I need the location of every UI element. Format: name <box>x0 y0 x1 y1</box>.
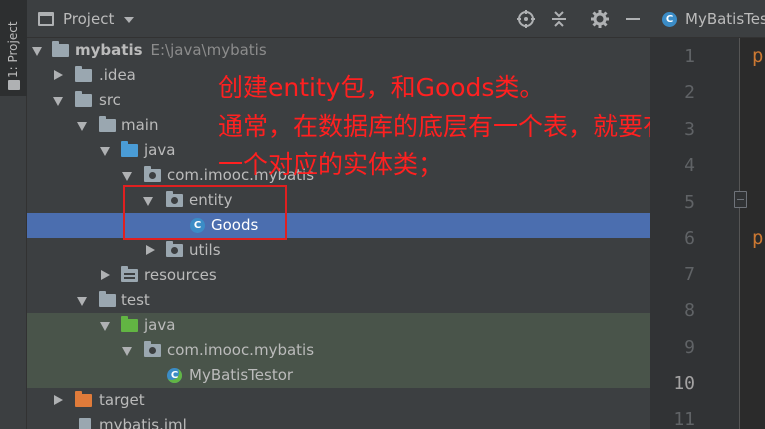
project-tab-label: 1: Project <box>6 21 20 78</box>
project-view-icon <box>38 12 54 26</box>
tree-row-mybatis[interactable]: mybatis E:\java\mybatis <box>27 38 650 63</box>
module-folder-icon <box>52 41 69 57</box>
line-number: 11 <box>673 409 695 429</box>
gutter-separator <box>739 38 740 429</box>
minimize-icon[interactable] <box>623 9 643 29</box>
chevron-down-icon[interactable] <box>77 297 87 306</box>
tree-row-test[interactable]: test <box>27 288 650 313</box>
excluded-folder-icon <box>75 391 92 407</box>
file-icon <box>79 418 91 429</box>
tool-window-strip: 1: Project <box>0 0 27 429</box>
line-number: 1 <box>684 46 695 67</box>
chevron-right-icon[interactable] <box>54 395 63 405</box>
target-icon[interactable] <box>516 9 536 29</box>
code-fragment: p <box>752 45 764 67</box>
tree-label: resources <box>144 266 217 284</box>
editor-tab-label: MyBatisTes <box>685 10 765 28</box>
chevron-down-icon[interactable] <box>122 347 132 356</box>
chevron-down-icon[interactable] <box>32 47 42 56</box>
chevron-down-icon[interactable] <box>77 122 87 131</box>
tree-row-target[interactable]: target <box>27 388 650 413</box>
package-icon <box>144 166 161 182</box>
chevron-down-icon[interactable] <box>122 172 132 181</box>
class-icon: C <box>662 12 677 27</box>
tree-row-test-java[interactable]: java <box>27 313 650 338</box>
editor-gutter: 1 2 3 4 5 6 7 8 9 10 11 <box>650 38 740 429</box>
line-number: 7 <box>684 264 695 285</box>
code-fragment: p <box>752 227 764 249</box>
tree-label: main <box>121 116 159 134</box>
project-panel: Project mybatis E:\java\mybatis .idea src… <box>27 0 650 429</box>
panel-title[interactable]: Project <box>63 10 114 28</box>
editor-tab[interactable]: C MyBatisTes <box>650 0 765 38</box>
tree-row-test-package[interactable]: com.imooc.mybatis <box>27 338 650 363</box>
project-tool-window-tab[interactable]: 1: Project <box>0 0 27 96</box>
line-number: 3 <box>684 119 695 140</box>
folder-icon <box>75 66 92 82</box>
chevron-right-icon[interactable] <box>54 70 63 80</box>
tree-label: test <box>121 291 150 309</box>
line-number: 9 <box>684 337 695 358</box>
tree-row-iml[interactable]: mybatis.iml <box>27 413 650 429</box>
chevron-down-icon[interactable] <box>100 147 110 156</box>
tree-row-utils[interactable]: utils <box>27 238 650 263</box>
annotation-line-2: 通常，在数据库的底层有一个表，就要有 <box>218 112 669 141</box>
folder-icon <box>8 80 20 90</box>
line-number: 2 <box>684 82 695 103</box>
tree-label: java <box>144 141 176 159</box>
tree-label: .idea <box>99 66 136 84</box>
tree-label: src <box>99 91 121 109</box>
tree-label: com.imooc.mybatis <box>167 341 315 359</box>
tree-label: mybatis.iml <box>99 416 187 429</box>
folder-icon <box>99 291 116 307</box>
panel-header: Project <box>27 0 650 38</box>
tree-label: MyBatisTestor <box>189 366 294 384</box>
tree-row-resources[interactable]: resources <box>27 263 650 288</box>
gear-icon[interactable] <box>590 9 610 29</box>
line-number: 6 <box>684 228 695 249</box>
annotation-line-3: 一个对应的实体类； <box>218 150 444 179</box>
fold-icon[interactable] <box>734 191 747 208</box>
line-number: 5 <box>684 192 695 213</box>
chevron-down-icon[interactable] <box>100 322 110 331</box>
highlight-box <box>123 185 287 240</box>
test-class-icon: C <box>167 368 182 383</box>
chevron-right-icon[interactable] <box>101 270 110 280</box>
chevron-down-icon[interactable] <box>124 17 134 23</box>
tree-label: utils <box>189 241 221 259</box>
tree-row-mybatistestor[interactable]: C MyBatisTestor <box>27 363 650 388</box>
current-line-number: 10 <box>673 373 695 394</box>
collapse-icon[interactable] <box>549 9 569 29</box>
module-path: E:\java\mybatis <box>150 41 267 59</box>
line-number: 8 <box>684 300 695 321</box>
tree-label: mybatis E:\java\mybatis <box>75 41 267 59</box>
chevron-down-icon[interactable] <box>53 97 63 106</box>
line-number: 4 <box>684 155 695 176</box>
editor-area: C MyBatisTes 1 2 3 4 5 6 7 8 9 10 11 p p <box>650 0 765 429</box>
annotation-line-1: 创建entity包，和Goods类。 <box>218 73 545 102</box>
package-icon <box>144 341 161 357</box>
test-source-folder-icon <box>121 316 138 332</box>
folder-icon <box>75 91 92 107</box>
chevron-right-icon[interactable] <box>146 245 155 255</box>
source-folder-icon <box>121 141 138 157</box>
tree-row-entity[interactable]: entity <box>27 188 650 213</box>
tree-label: target <box>99 391 145 409</box>
resources-folder-icon <box>121 266 138 282</box>
tree-row-goods[interactable]: C Goods <box>27 213 650 238</box>
package-icon <box>166 241 183 257</box>
tree-label: java <box>144 316 176 334</box>
folder-icon <box>99 116 116 132</box>
